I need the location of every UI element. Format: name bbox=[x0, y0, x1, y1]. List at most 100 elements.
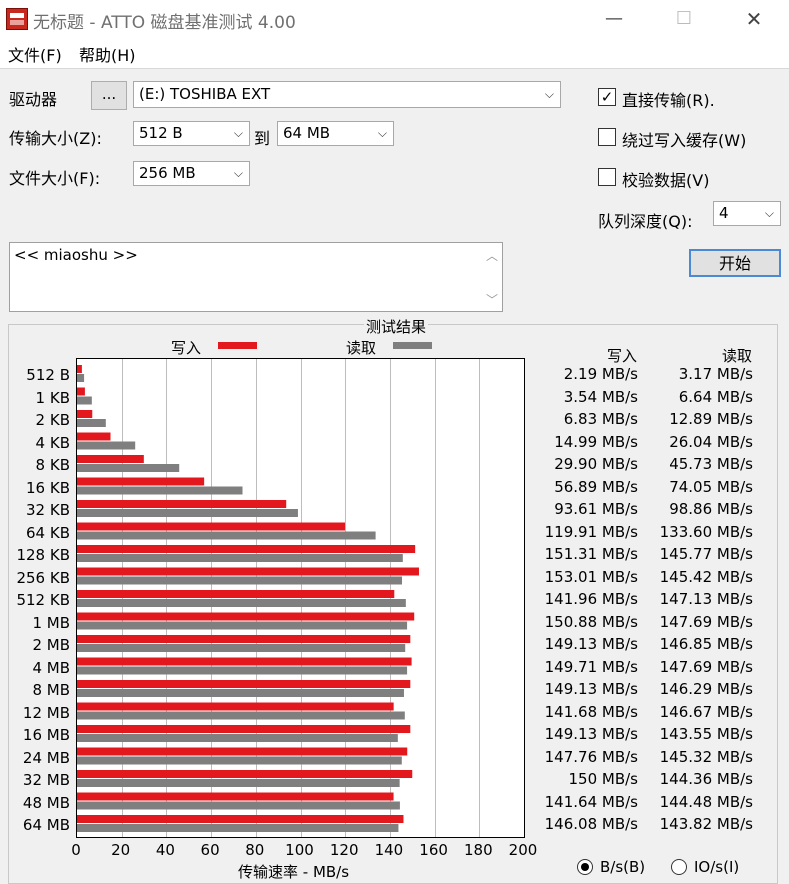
menu-file[interactable]: 文件(F) bbox=[8, 42, 62, 66]
read-speed-value: 144.48 MB/s bbox=[659, 792, 753, 811]
write-bar bbox=[77, 567, 419, 576]
io-per-sec-label[interactable]: IO/s(I) bbox=[694, 858, 739, 876]
write-bar bbox=[77, 702, 394, 711]
write-bar bbox=[77, 612, 415, 621]
row-label: 512 KB bbox=[16, 591, 70, 609]
write-bar bbox=[77, 725, 411, 733]
write-bar bbox=[77, 792, 394, 801]
read-speed-value: 26.04 MB/s bbox=[669, 432, 753, 451]
scroll-down-icon[interactable]: ﹀ bbox=[486, 291, 498, 308]
close-button[interactable]: ✕ bbox=[731, 0, 777, 38]
write-speed-value: 141.68 MB/s bbox=[544, 702, 638, 721]
read-speed-value: 143.82 MB/s bbox=[659, 815, 753, 833]
drive-select[interactable]: (E:) TOSHIBA EXT ⌵ bbox=[133, 81, 561, 108]
read-speed-value: 145.77 MB/s bbox=[659, 545, 753, 563]
title-bar[interactable]: 无标题 - ATTO 磁盘基准测试 4.00 — ☐ ✕ bbox=[0, 0, 789, 39]
row-label: 12 MB bbox=[22, 703, 70, 722]
read-speed-value: 147.69 MB/s bbox=[659, 657, 753, 676]
read-bar bbox=[77, 441, 136, 450]
x-tick-label: 100 bbox=[285, 841, 314, 859]
write-bar bbox=[77, 522, 345, 531]
start-button[interactable]: 开始 bbox=[689, 249, 781, 277]
menu-help[interactable]: 帮助(H) bbox=[79, 42, 136, 66]
bypass-cache-label[interactable]: 绕过写入缓存(W) bbox=[622, 127, 746, 151]
read-speed-value: 145.42 MB/s bbox=[659, 567, 753, 586]
read-bar bbox=[77, 801, 400, 810]
read-bar bbox=[77, 689, 404, 697]
read-bar bbox=[77, 621, 408, 630]
minimize-button[interactable]: — bbox=[591, 0, 637, 38]
legend-read-swatch bbox=[393, 342, 432, 349]
write-bar bbox=[77, 747, 408, 756]
row-label: 4 MB bbox=[32, 658, 70, 677]
bytes-per-sec-label[interactable]: B/s(B) bbox=[600, 858, 645, 876]
chevron-down-icon: ⌵ bbox=[233, 126, 243, 140]
write-speed-value: 141.96 MB/s bbox=[544, 590, 638, 608]
row-label: 16 MB bbox=[22, 726, 70, 744]
read-bar bbox=[77, 756, 402, 765]
write-speed-value: 93.61 MB/s bbox=[554, 500, 638, 518]
row-label: 24 MB bbox=[22, 748, 70, 767]
write-bar bbox=[77, 387, 85, 396]
read-column-header: 读取 bbox=[722, 347, 753, 365]
transfer-to-select[interactable]: 64 MB ⌵ bbox=[277, 121, 394, 146]
x-tick-label: 200 bbox=[508, 841, 538, 859]
io-per-sec-radio[interactable] bbox=[671, 859, 687, 875]
row-label: 64 KB bbox=[26, 523, 70, 542]
row-label: 32 MB bbox=[22, 771, 70, 789]
results-chart bbox=[76, 358, 525, 838]
row-label: 32 KB bbox=[26, 501, 70, 519]
drive-label: 驱动器 bbox=[9, 90, 58, 109]
transfer-from-select[interactable]: 512 B ⌵ bbox=[133, 121, 250, 146]
chevron-down-icon: ⌵ bbox=[764, 206, 774, 220]
read-speed-value: 146.29 MB/s bbox=[659, 680, 753, 698]
x-axis-label: 传输速率 - MB/s bbox=[238, 863, 350, 881]
description-scrollbar[interactable]: ︿ ﹀ bbox=[482, 243, 502, 311]
x-tick-label: 40 bbox=[155, 841, 175, 859]
row-label: 8 MB bbox=[32, 681, 70, 699]
browse-button[interactable]: ... bbox=[91, 81, 127, 110]
row-label: 64 MB bbox=[22, 816, 70, 834]
queue-depth-select[interactable]: 4 ⌵ bbox=[713, 201, 781, 226]
write-speed-value: 56.89 MB/s bbox=[554, 477, 638, 496]
read-speed-value: 146.67 MB/s bbox=[659, 702, 753, 721]
write-bar bbox=[77, 410, 93, 418]
read-speed-value: 12.89 MB/s bbox=[669, 410, 753, 428]
read-speed-value: 146.85 MB/s bbox=[659, 635, 753, 653]
legend-read-label: 读取 bbox=[346, 339, 377, 357]
direct-io-label[interactable]: 直接传输(R). bbox=[622, 87, 715, 111]
read-bar bbox=[77, 374, 85, 382]
read-bar bbox=[77, 531, 376, 540]
write-speed-value: 149.13 MB/s bbox=[544, 635, 638, 653]
row-label: 1 KB bbox=[35, 388, 70, 407]
legend-write-swatch bbox=[218, 342, 257, 349]
row-label: 8 KB bbox=[35, 456, 70, 474]
write-bar bbox=[77, 365, 82, 373]
read-speed-value: 133.60 MB/s bbox=[659, 522, 753, 541]
write-bar bbox=[77, 815, 404, 823]
verify-data-label[interactable]: 校验数据(V) bbox=[622, 167, 709, 191]
write-speed-value: 119.91 MB/s bbox=[544, 522, 638, 541]
maximize-button[interactable]: ☐ bbox=[661, 0, 707, 38]
read-speed-value: 74.05 MB/s bbox=[669, 477, 753, 496]
file-size-select[interactable]: 256 MB ⌵ bbox=[133, 161, 250, 186]
write-bar bbox=[77, 770, 413, 778]
write-speed-value: 146.08 MB/s bbox=[544, 815, 638, 833]
bytes-per-sec-radio[interactable] bbox=[577, 859, 593, 875]
window-title: 无标题 - ATTO 磁盘基准测试 4.00 bbox=[33, 13, 296, 33]
row-label: 48 MB bbox=[22, 793, 70, 812]
direct-io-checkbox[interactable]: ✓ bbox=[598, 88, 616, 106]
read-bar bbox=[77, 464, 180, 472]
verify-data-checkbox[interactable] bbox=[598, 168, 616, 186]
read-bar bbox=[77, 396, 92, 405]
bypass-cache-checkbox[interactable] bbox=[598, 128, 616, 146]
description-box[interactable]: << miaoshu >> ︿ ﹀ bbox=[9, 242, 503, 312]
read-bar bbox=[77, 779, 400, 787]
menu-bar: 文件(F) 帮助(H) bbox=[0, 38, 789, 69]
write-speed-value: 153.01 MB/s bbox=[544, 567, 638, 586]
read-bar bbox=[77, 509, 298, 517]
read-speed-value: 3.17 MB/s bbox=[678, 365, 753, 383]
write-speed-value: 6.83 MB/s bbox=[563, 410, 638, 428]
scroll-up-icon[interactable]: ︿ bbox=[486, 247, 498, 264]
x-tick-label: 60 bbox=[200, 841, 220, 859]
